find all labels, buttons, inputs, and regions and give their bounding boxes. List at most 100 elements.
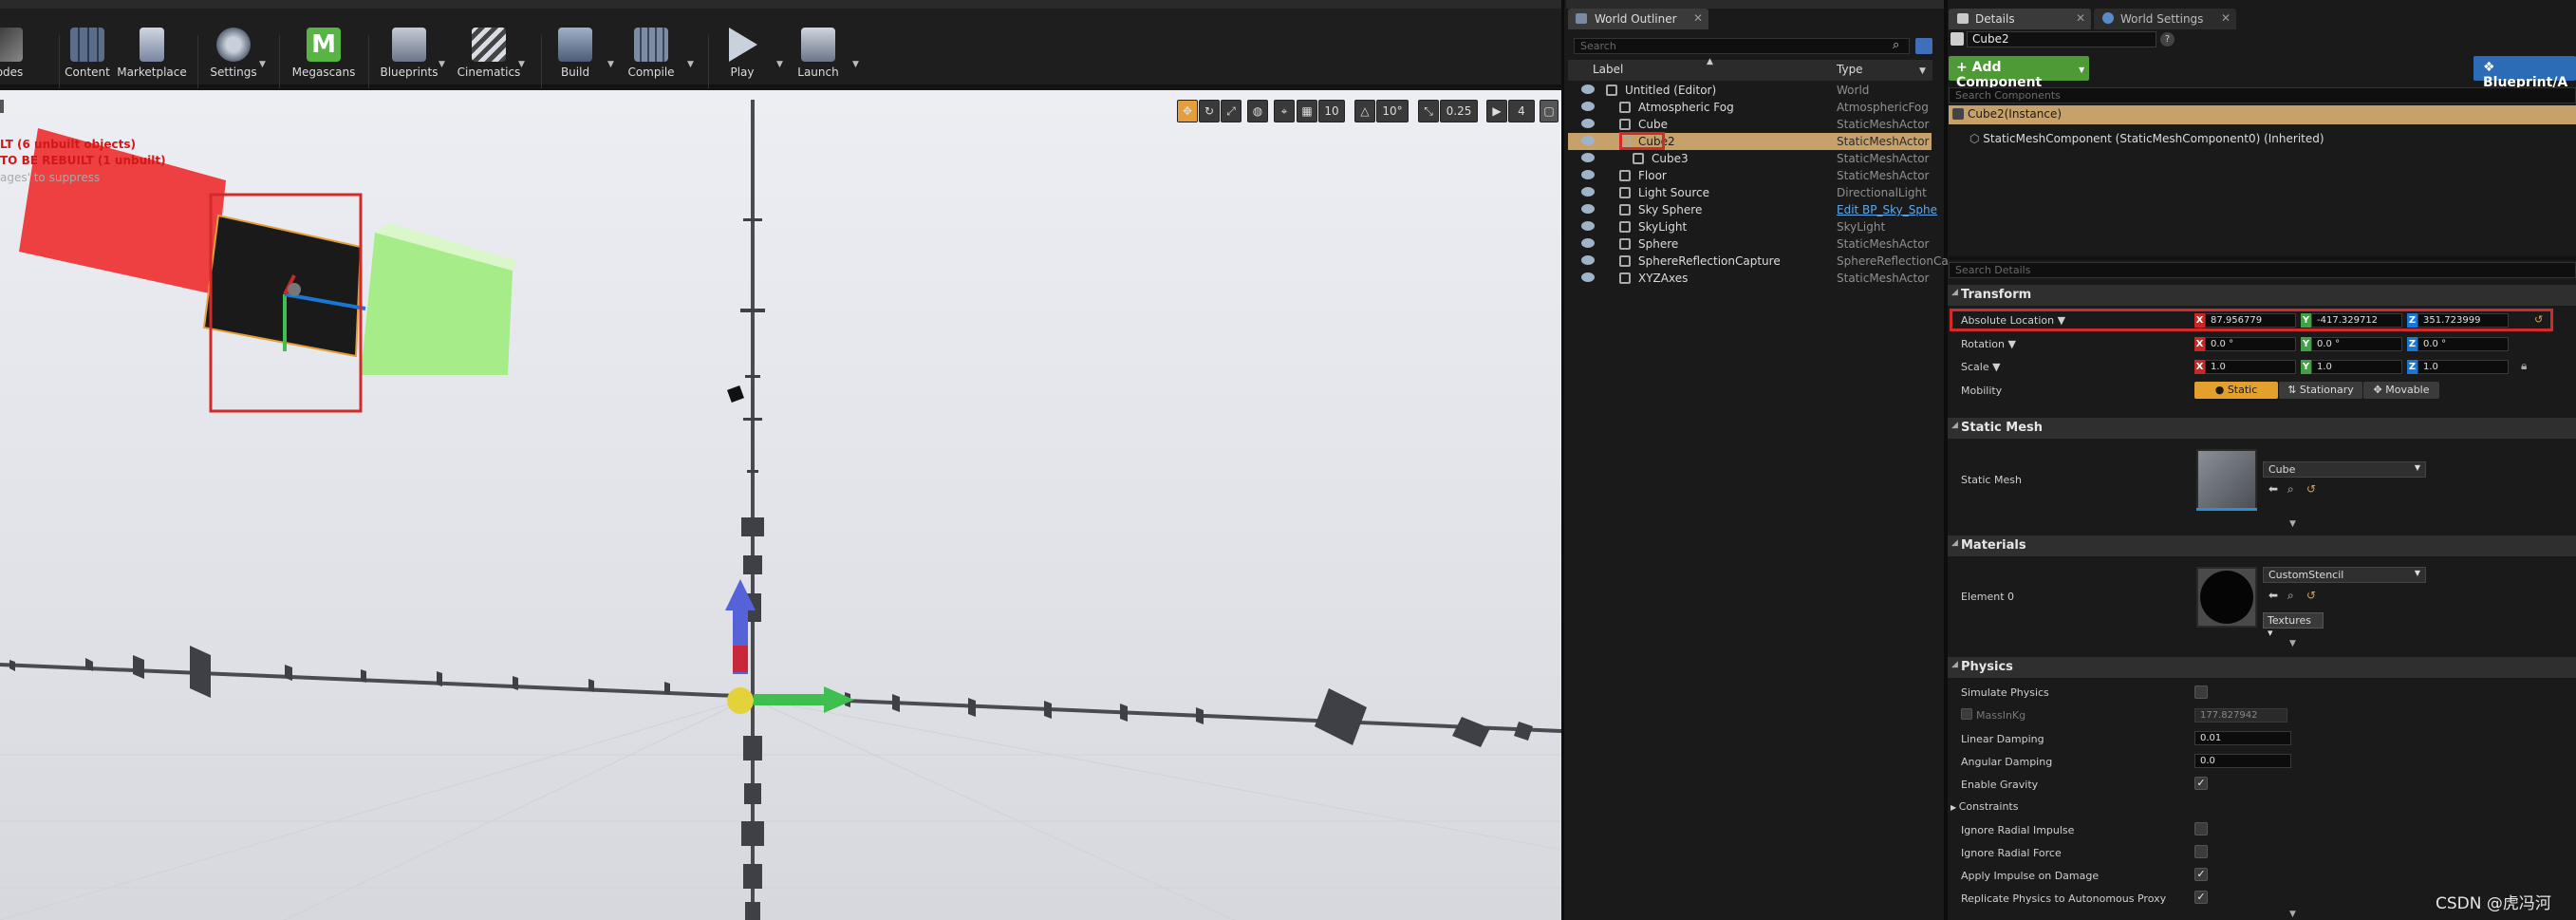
static-mesh-picker[interactable]: Cube ▼ bbox=[2263, 461, 2426, 478]
actor-name-field[interactable]: Cube2 bbox=[1967, 31, 2156, 47]
outliner-row[interactable]: Untitled (Editor) World bbox=[1568, 82, 1932, 99]
outliner-row[interactable]: XYZAxes StaticMeshActor bbox=[1568, 270, 1932, 287]
tab-world-outliner[interactable]: World Outliner ✕ bbox=[1568, 9, 1708, 29]
outliner-row[interactable]: Light Source DirectionalLight bbox=[1568, 184, 1932, 201]
visibility-eye-icon[interactable] bbox=[1581, 255, 1595, 265]
visibility-eye-icon[interactable] bbox=[1581, 119, 1595, 128]
visibility-eye-icon[interactable] bbox=[1581, 272, 1595, 282]
expand-icon[interactable]: ▼ bbox=[2289, 519, 2296, 529]
outliner-row[interactable]: Cube3 StaticMeshActor bbox=[1568, 150, 1932, 167]
mobility-static-button[interactable]: ● Static bbox=[2194, 382, 2278, 399]
launch-dropdown-icon[interactable]: ▼ bbox=[852, 60, 859, 69]
help-icon[interactable]: ? bbox=[2160, 32, 2175, 47]
mass-override-checkbox[interactable] bbox=[1961, 708, 1972, 720]
build-button[interactable]: Build bbox=[551, 28, 600, 94]
ignore-radial-force-checkbox[interactable] bbox=[2194, 845, 2208, 858]
visibility-eye-icon[interactable] bbox=[1581, 84, 1595, 94]
close-icon[interactable]: ✕ bbox=[2076, 11, 2085, 25]
transform-section[interactable]: ◢ Transform bbox=[1948, 285, 2576, 306]
viewport-options-button[interactable] bbox=[0, 100, 4, 113]
outliner-row[interactable]: Sky Sphere Edit BP_Sky_Sphe bbox=[1568, 201, 1937, 218]
visibility-eye-icon[interactable] bbox=[1581, 170, 1595, 179]
outliner-row[interactable]: Floor StaticMeshActor bbox=[1568, 167, 1932, 184]
angular-damping-input[interactable]: 0.0 bbox=[2194, 754, 2291, 768]
scale-z-input[interactable]: 1.0 bbox=[2417, 360, 2509, 374]
maximize-viewport-icon[interactable]: ▢ bbox=[1540, 100, 1559, 122]
compile-button[interactable]: Compile bbox=[623, 28, 680, 94]
mass-input[interactable]: 177.827942 bbox=[2194, 708, 2287, 723]
camera-speed-icon[interactable]: ▶ bbox=[1486, 100, 1507, 122]
rotation-y-input[interactable]: 0.0 ° bbox=[2311, 337, 2402, 351]
transform-rotate-icon[interactable]: ↻ bbox=[1199, 100, 1220, 122]
simulate-physics-checkbox[interactable] bbox=[2194, 685, 2208, 699]
replicate-physics-checkbox[interactable]: ✓ bbox=[2194, 891, 2208, 904]
reset-icon[interactable]: ↺ bbox=[2306, 589, 2316, 602]
outliner-settings-icon[interactable] bbox=[1915, 38, 1932, 54]
outliner-row[interactable]: Cube2 StaticMeshActor bbox=[1568, 132, 1932, 150]
marketplace-button[interactable]: Marketplace bbox=[116, 28, 188, 94]
col-label[interactable]: Label bbox=[1593, 63, 1623, 76]
material-picker[interactable]: CustomStencil ▼ bbox=[2263, 567, 2426, 583]
transform-scale-icon[interactable]: ⤢ bbox=[1221, 100, 1241, 122]
reset-icon[interactable]: ↺ bbox=[2306, 482, 2316, 496]
outliner-row[interactable]: Sphere StaticMeshActor bbox=[1568, 235, 1932, 253]
textures-dropdown[interactable]: Textures ▾ bbox=[2263, 612, 2324, 639]
static-mesh-component-row[interactable]: ⬡ StaticMeshComponent (StaticMeshCompone… bbox=[1969, 132, 2324, 145]
col-type[interactable]: Type bbox=[1837, 63, 1863, 76]
browse-icon[interactable]: ⌕ bbox=[2287, 482, 2294, 497]
visibility-eye-icon[interactable] bbox=[1581, 221, 1595, 231]
grid-snap-icon[interactable]: ▦ bbox=[1297, 100, 1317, 122]
outliner-row[interactable]: Atmospheric Fog AtmosphericFog bbox=[1568, 99, 1932, 116]
scale-snap-value[interactable]: 0.25 bbox=[1440, 100, 1478, 122]
expand-icon[interactable]: ▼ bbox=[2289, 910, 2296, 919]
scale-x-input[interactable]: 1.0 bbox=[2205, 360, 2296, 374]
scale-label[interactable]: Scale ▼ bbox=[1961, 361, 2001, 373]
outliner-row[interactable]: Cube StaticMeshActor bbox=[1568, 116, 1932, 133]
visibility-eye-icon[interactable] bbox=[1581, 238, 1595, 248]
small-cube[interactable] bbox=[727, 385, 744, 403]
scale-y-input[interactable]: 1.0 bbox=[2311, 360, 2402, 374]
visibility-eye-icon[interactable] bbox=[1581, 204, 1595, 214]
instance-row[interactable]: Cube2(Instance) bbox=[1949, 105, 2576, 124]
use-selected-icon[interactable]: ⬅ bbox=[2268, 589, 2278, 602]
search-details-input[interactable]: Search Details bbox=[1949, 262, 2576, 278]
outliner-search-input[interactable]: Search bbox=[1574, 38, 1910, 54]
grid-snap-value[interactable]: 10 bbox=[1318, 100, 1345, 122]
transform-move-icon[interactable]: ✥ bbox=[1177, 100, 1198, 122]
static-mesh-thumbnail[interactable] bbox=[2196, 449, 2257, 510]
launch-button[interactable]: Launch bbox=[792, 28, 845, 94]
rotation-snap-icon[interactable]: △ bbox=[1354, 100, 1375, 122]
close-icon[interactable]: ✕ bbox=[1693, 11, 1703, 25]
ignore-radial-impulse-checkbox[interactable] bbox=[2194, 822, 2208, 836]
visibility-eye-icon[interactable] bbox=[1581, 102, 1595, 111]
build-dropdown-icon[interactable]: ▼ bbox=[607, 60, 614, 69]
cinematics-button[interactable]: Cinematics bbox=[456, 28, 522, 94]
play-dropdown-icon[interactable]: ▼ bbox=[776, 60, 783, 69]
materials-section[interactable]: ◢ Materials bbox=[1948, 535, 2576, 556]
visibility-eye-icon[interactable] bbox=[1581, 136, 1595, 145]
surface-snap-icon[interactable]: ⌖ bbox=[1274, 100, 1295, 122]
blueprints-dropdown-icon[interactable]: ▼ bbox=[439, 60, 445, 69]
close-icon[interactable]: ✕ bbox=[2221, 11, 2231, 25]
browse-icon[interactable]: ⌕ bbox=[2287, 589, 2294, 603]
rotation-snap-value[interactable]: 10° bbox=[1376, 100, 1409, 122]
apply-impulse-checkbox[interactable]: ✓ bbox=[2194, 868, 2208, 881]
settings-dropdown-icon[interactable]: ▼ bbox=[259, 60, 266, 69]
megascans-button[interactable]: M Megascans bbox=[289, 28, 359, 94]
tab-details[interactable]: Details ✕ bbox=[1949, 9, 2091, 29]
constraints-row[interactable]: ▶ Constraints bbox=[1951, 800, 2018, 813]
add-component-button[interactable]: + Add Component bbox=[1949, 56, 2089, 90]
settings-button[interactable]: Settings bbox=[207, 28, 260, 94]
scale-snap-icon[interactable]: ⤡ bbox=[1418, 100, 1439, 122]
blueprints-button[interactable]: Blueprints bbox=[378, 28, 440, 94]
outliner-row[interactable]: SkyLight SkyLight bbox=[1568, 218, 1932, 235]
lock-icon[interactable]: 🔒︎ bbox=[2521, 359, 2527, 373]
level-viewport[interactable]: LT (6 unbuilt objects) TO BE REBUILT (1 … bbox=[0, 90, 1561, 920]
physics-section[interactable]: ◢ Physics bbox=[1948, 657, 2576, 678]
expand-icon[interactable]: ▼ bbox=[2289, 639, 2296, 648]
enable-gravity-checkbox[interactable]: ✓ bbox=[2194, 777, 2208, 790]
mobility-movable-button[interactable]: ✥ Movable bbox=[2363, 382, 2439, 399]
static-mesh-section[interactable]: ◢ Static Mesh bbox=[1948, 418, 2576, 439]
material-thumbnail[interactable] bbox=[2196, 567, 2257, 628]
use-selected-icon[interactable]: ⬅ bbox=[2268, 482, 2278, 496]
